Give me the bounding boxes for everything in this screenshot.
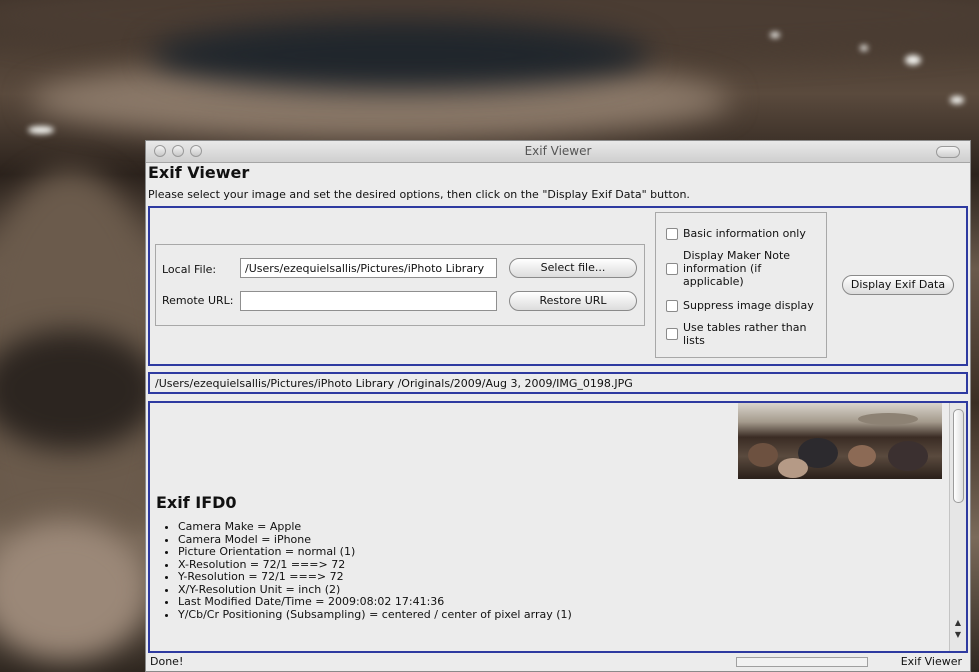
option-maker-note[interactable]: Display Maker Note information (if appli… — [666, 249, 816, 288]
window-titlebar[interactable]: Exif Viewer — [146, 141, 970, 163]
checkbox[interactable] — [666, 299, 678, 312]
progress-bar — [736, 657, 868, 667]
exif-viewer-window: Exif Viewer Exif Viewer Please select yo… — [145, 140, 971, 672]
list-item: Camera Make = Apple — [178, 520, 572, 534]
list-item: Y-Resolution = 72/1 ===> 72 — [178, 570, 572, 584]
scroll-down-arrow-icon[interactable]: ▼ — [953, 631, 963, 639]
display-exif-data-button[interactable]: Display Exif Data — [842, 275, 954, 295]
list-item: Picture Orientation = normal (1) — [178, 545, 572, 559]
status-bar: Done! Exif Viewer — [146, 653, 970, 671]
remote-url-field[interactable] — [240, 291, 497, 311]
display-options-group: Basic information only Display Maker Not… — [655, 212, 827, 358]
checkbox[interactable] — [666, 262, 678, 275]
vertical-scrollbar[interactable]: ▲ ▼ — [949, 403, 966, 651]
instructions-text: Please select your image and set the des… — [148, 188, 690, 201]
restore-url-button[interactable]: Restore URL — [509, 291, 637, 311]
local-file-field[interactable]: /Users/ezequielsallis/Pictures/iPhoto Li… — [240, 258, 497, 278]
options-panel: Local File: /Users/ezequielsallis/Pictur… — [148, 206, 968, 366]
remote-url-label: Remote URL: — [162, 294, 234, 307]
status-app-name: Exif Viewer — [900, 655, 962, 668]
checkbox[interactable] — [666, 227, 678, 240]
file-source-group: Local File: /Users/ezequielsallis/Pictur… — [155, 244, 645, 326]
image-path-text: /Users/ezequielsallis/Pictures/iPhoto Li… — [155, 377, 633, 390]
section-heading: Exif IFD0 — [156, 493, 237, 512]
list-item: Last Modified Date/Time = 2009:08:02 17:… — [178, 595, 572, 609]
scrollbar-thumb[interactable] — [953, 409, 964, 503]
window-title: Exif Viewer — [524, 144, 592, 158]
scroll-up-arrow-icon[interactable]: ▲ — [953, 619, 963, 627]
toolbar-toggle-button[interactable] — [936, 146, 960, 158]
option-label: Use tables rather than lists — [683, 321, 807, 347]
image-path-bar: /Users/ezequielsallis/Pictures/iPhoto Li… — [148, 372, 968, 394]
exif-results-panel[interactable]: Exif IFD0 Camera Make = Apple Camera Mod… — [148, 401, 968, 653]
checkbox[interactable] — [666, 328, 678, 340]
select-file-button[interactable]: Select file... — [509, 258, 637, 278]
option-label: Display Maker Note information (if appli… — [683, 249, 791, 288]
local-file-label: Local File: — [162, 263, 217, 276]
option-use-tables[interactable]: Use tables rather than lists — [666, 321, 816, 347]
option-label: Suppress image display — [683, 299, 814, 312]
list-item: Y/Cb/Cr Positioning (Subsampling) = cent… — [178, 608, 572, 622]
image-thumbnail — [738, 403, 942, 479]
option-suppress-image[interactable]: Suppress image display — [666, 299, 814, 312]
status-text: Done! — [150, 655, 184, 668]
option-basic-info[interactable]: Basic information only — [666, 227, 806, 240]
page-title: Exif Viewer — [148, 163, 250, 182]
option-label: Basic information only — [683, 227, 806, 240]
exif-data-list: Camera Make = Apple Camera Model = iPhon… — [158, 520, 572, 622]
